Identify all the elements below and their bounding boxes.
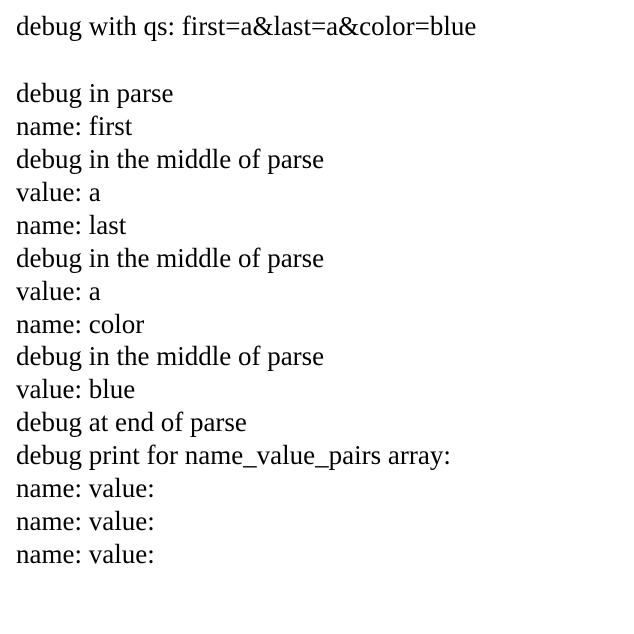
debug-line-qs: debug with qs: first=a&last=a&color=blue [16, 10, 618, 43]
debug-line-parse-start: debug in parse [16, 77, 618, 110]
debug-line-pair-3: name: value: [16, 538, 618, 571]
debug-line-value-blue: value: blue [16, 373, 618, 406]
debug-line-end-parse: debug at end of parse [16, 406, 618, 439]
debug-line-name-last: name: last [16, 209, 618, 242]
debug-line-name-color: name: color [16, 308, 618, 341]
debug-line-middle-parse-2: debug in the middle of parse [16, 242, 618, 275]
debug-line-value-a-2: value: a [16, 275, 618, 308]
debug-line-pair-2: name: value: [16, 505, 618, 538]
debug-line-middle-parse-1: debug in the middle of parse [16, 143, 618, 176]
debug-line-name-first: name: first [16, 110, 618, 143]
debug-line-pair-1: name: value: [16, 472, 618, 505]
debug-line-array-header: debug print for name_value_pairs array: [16, 439, 618, 472]
debug-line-value-a-1: value: a [16, 176, 618, 209]
debug-line-middle-parse-3: debug in the middle of parse [16, 340, 618, 373]
blank-line [16, 43, 618, 77]
